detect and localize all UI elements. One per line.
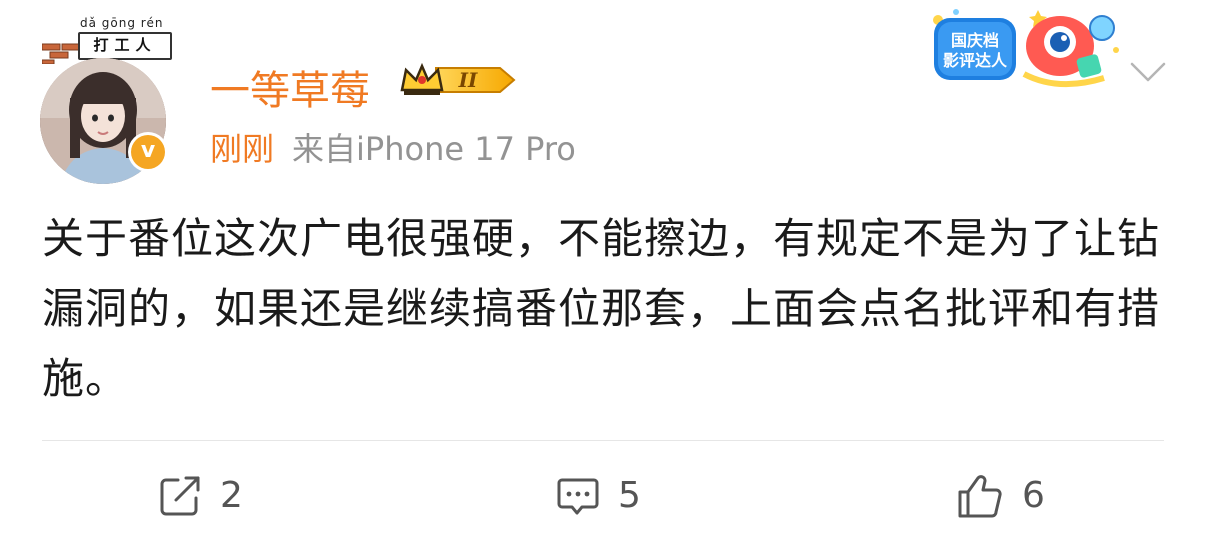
action-bar: 2 5 6 <box>0 470 1206 522</box>
repost-button[interactable]: 2 <box>158 470 243 522</box>
post-time: 刚刚 <box>210 130 275 168</box>
comment-button[interactable]: 5 <box>556 470 641 522</box>
repost-count: 2 <box>220 475 243 516</box>
event-badge[interactable]: 国庆档 影评达人 <box>928 4 1122 90</box>
vip-level-label: II <box>458 68 478 92</box>
vip-crown-badge-icon[interactable]: II <box>398 60 518 100</box>
share-edit-icon <box>158 474 202 518</box>
chevron-down-icon[interactable] <box>1128 58 1168 86</box>
weibo-post-card: dǎ gōng rén 打工人 v 一等草莓 II 刚刚 来自iPhone 17… <box>0 0 1206 548</box>
frame-tag-plaque: 打工人 <box>78 32 172 60</box>
post-text: 关于番位这次广电很强硬，不能擦边，有规定不是为了让钻漏洞的，如果还是继续搞番位那… <box>42 214 1161 403</box>
avatar-frame-tag: dǎ gōng rén 打工人 <box>42 16 172 64</box>
event-badge-line1: 国庆档 <box>951 31 999 50</box>
username[interactable]: 一等草莓 <box>210 58 370 116</box>
like-count: 6 <box>1022 475 1045 516</box>
like-button[interactable]: 6 <box>956 470 1045 522</box>
comment-icon <box>556 474 600 518</box>
frame-tag-pinyin: dǎ gōng rén <box>80 16 164 30</box>
thumbs-up-icon <box>956 472 1004 520</box>
verified-badge: v <box>128 132 168 172</box>
post-meta: 刚刚 来自iPhone 17 Pro <box>210 124 576 170</box>
divider <box>42 440 1164 441</box>
post-source: 来自iPhone 17 Pro <box>292 130 576 168</box>
event-badge-line2: 影评达人 <box>943 51 1008 70</box>
comment-count: 5 <box>618 475 641 516</box>
verified-icon: v <box>131 135 165 169</box>
